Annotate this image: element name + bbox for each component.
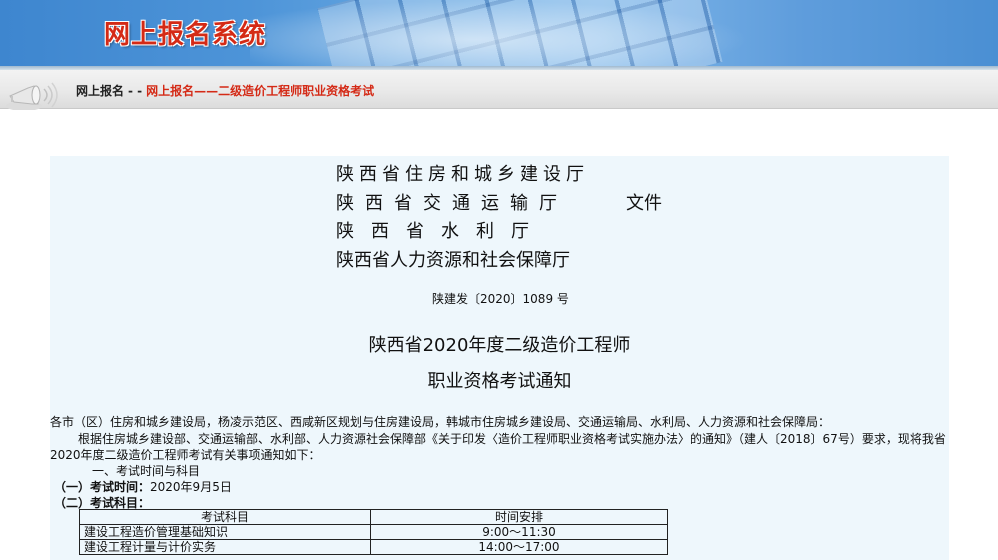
breadcrumb-home-link[interactable]: 网上报名: [76, 84, 124, 98]
banner-glow: [250, 0, 750, 66]
issuer-hr: 陕西省人力资源和社会保障厅: [336, 250, 570, 271]
exam-time: （一）考试时间：2020年9月5日: [54, 478, 232, 495]
document-panel: 陕西省住房和城乡建设厅 陕西省交通运输厅 陕西省水利厅 陕西省人力资源和社会保障…: [50, 156, 949, 560]
breadcrumb: 网上报名 - - 网上报名——二级造价工程师职业资格考试: [76, 82, 374, 99]
exam-schedule-table: 考试科目 时间安排 建设工程造价管理基础知识 9:00～11:30 建设工程计量…: [79, 509, 668, 555]
column-header-time: 时间安排: [370, 509, 668, 525]
exam-time-label: （一）考试时间：: [54, 480, 151, 494]
addressee-text: 各市（区）住房和城乡建设局，杨凌示范区、西咸新区规划与住房建设局，韩城市住房城乡…: [50, 415, 831, 429]
issuer-housing: 陕西省住房和城乡建设厅: [336, 164, 589, 185]
system-title: 网上报名系统: [104, 20, 267, 50]
table-row: 建设工程造价管理基础知识 9:00～11:30: [79, 524, 668, 540]
table-header-row: 考试科目 时间安排: [79, 509, 668, 525]
breadcrumb-current-link[interactable]: 网上报名——二级造价工程师职业资格考试: [146, 84, 374, 98]
table-cell-time: 9:00～11:30: [370, 524, 668, 540]
document-number: 陕建发〔2020〕1089 号: [432, 292, 569, 306]
header-banner: 网上报名系统: [0, 0, 998, 66]
body-paragraph-line2: 2020年度二级造价工程师考试有关事项通知如下：: [50, 448, 321, 462]
breadcrumb-separator: - -: [128, 84, 143, 98]
table-cell-subject: 建设工程计量与计价实务: [79, 539, 371, 555]
table-cell-time: 14:00～17:00: [370, 539, 668, 555]
breadcrumb-bar: 网上报名 - - 网上报名——二级造价工程师职业资格考试: [0, 70, 998, 110]
table-row: 建设工程计量与计价实务 14:00～17:00: [79, 539, 668, 555]
table-cell-subject: 建设工程造价管理基础知识: [79, 524, 371, 540]
body-paragraph-line1: 根据住房城乡建设部、交通运输部、水利部、人力资源社会保障部《关于印发〈造价工程师…: [78, 432, 946, 446]
column-header-subject: 考试科目: [79, 509, 371, 525]
horn-icon: [6, 82, 58, 110]
issuer-water: 陕西省水利厅: [336, 221, 546, 242]
issuer-transport: 陕西省交通运输厅: [336, 193, 568, 214]
exam-time-value: 2020年9月5日: [150, 480, 232, 494]
notice-title-line1: 陕西省2020年度二级造价工程师: [368, 335, 631, 356]
section-heading: 一、考试时间与科目: [92, 464, 201, 478]
document-label: 文件: [626, 193, 662, 214]
notice-title-line2: 职业资格考试通知: [427, 371, 572, 392]
